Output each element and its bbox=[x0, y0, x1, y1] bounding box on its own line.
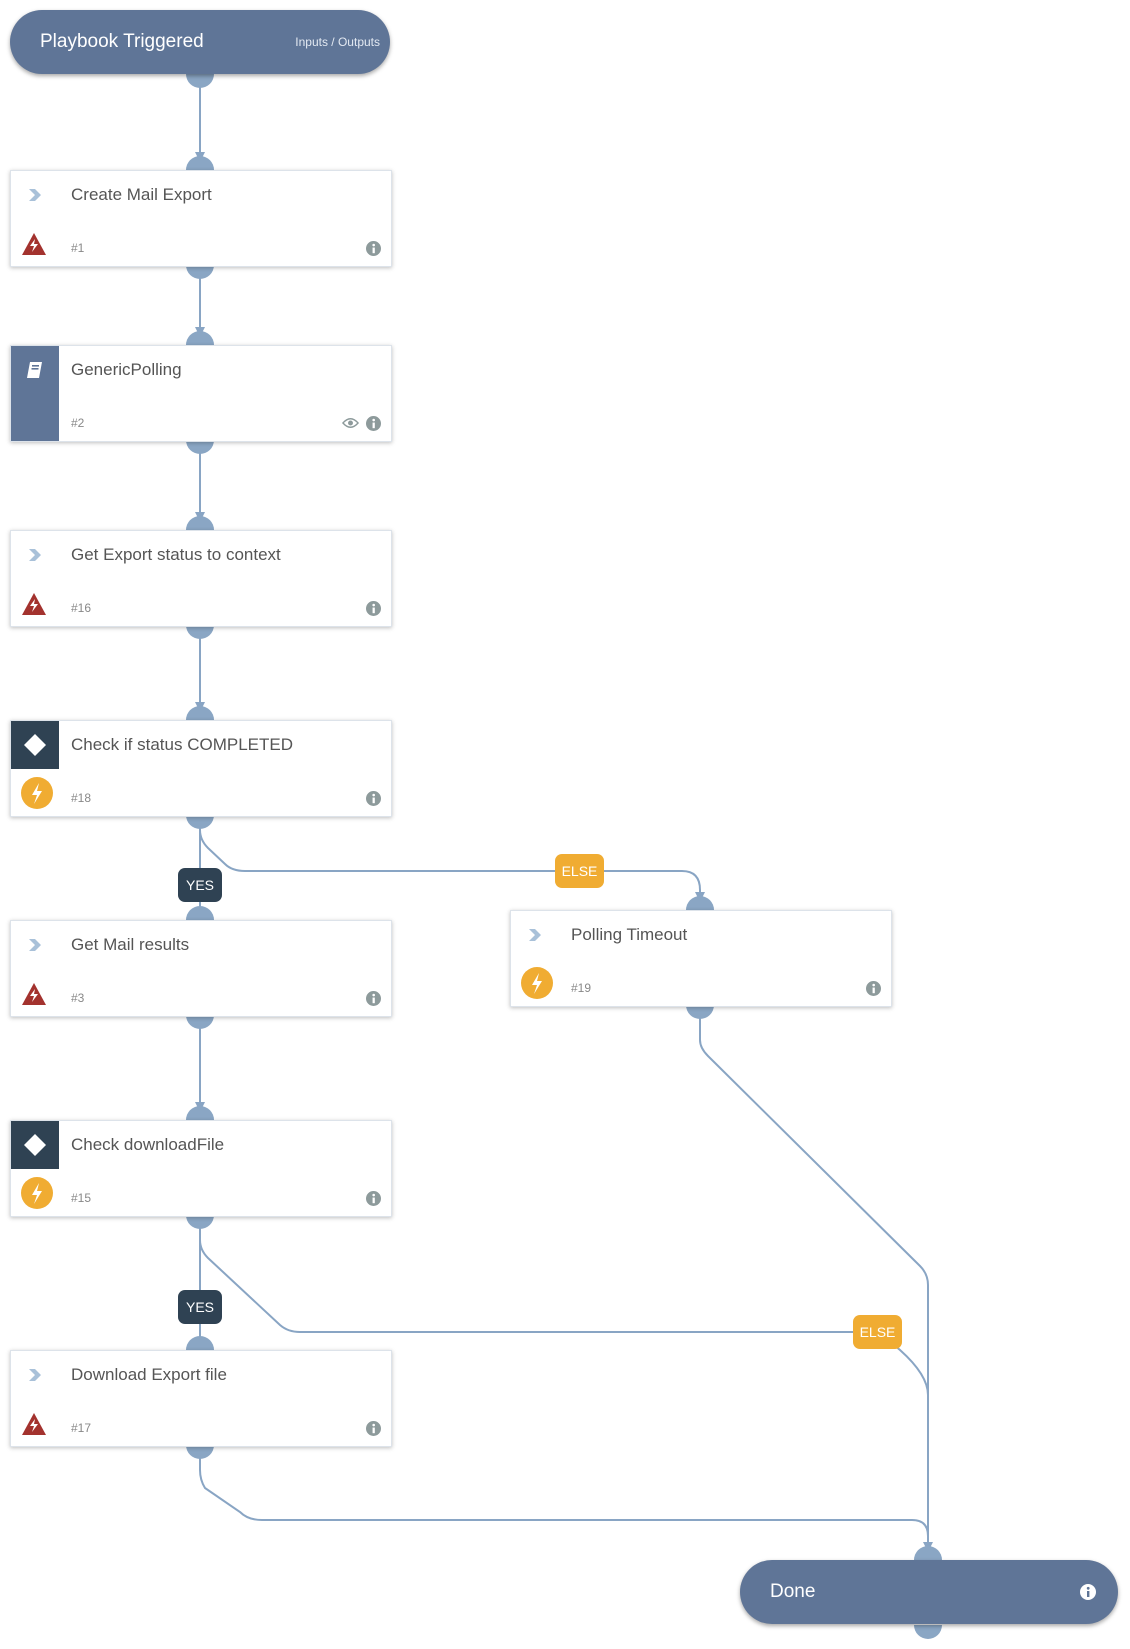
task-number: #2 bbox=[71, 416, 85, 430]
info-icon[interactable] bbox=[366, 241, 381, 261]
task-number: #1 bbox=[71, 241, 85, 255]
node-title: Playbook Triggered bbox=[40, 31, 204, 52]
edge-download-export-to-done bbox=[199, 1445, 929, 1537]
error-warning-icon bbox=[21, 591, 47, 617]
task-name: Download Export file bbox=[71, 1365, 227, 1384]
subplaybook-book-icon bbox=[11, 346, 59, 441]
port-out bbox=[186, 265, 214, 279]
port-in bbox=[186, 1336, 214, 1350]
task-check-download-file[interactable]: Check downloadFile #15 bbox=[10, 1120, 392, 1217]
task-name: GenericPolling bbox=[71, 360, 182, 379]
port-out bbox=[186, 1215, 214, 1229]
error-warning-icon bbox=[21, 1411, 47, 1437]
manual-lightning-icon bbox=[21, 777, 53, 809]
task-number: #19 bbox=[571, 981, 592, 995]
task-download-export-file[interactable]: Download Export file #17 bbox=[10, 1350, 392, 1447]
port-in bbox=[186, 706, 214, 720]
error-warning-icon bbox=[21, 981, 47, 1007]
task-number: #16 bbox=[71, 601, 92, 615]
port-in bbox=[186, 156, 214, 170]
port-out bbox=[686, 1005, 714, 1019]
yes-branch-label[interactable]: YES bbox=[178, 1290, 222, 1324]
port-in bbox=[186, 331, 214, 345]
else-branch-label[interactable]: ELSE bbox=[853, 1315, 902, 1349]
info-icon[interactable] bbox=[1080, 1584, 1096, 1605]
task-get-mail-results[interactable]: Get Mail results #3 bbox=[10, 920, 392, 1017]
port-out bbox=[914, 1625, 942, 1639]
playbook-triggered-node[interactable]: Playbook Triggered Inputs / Outputs bbox=[10, 10, 390, 74]
info-icon[interactable] bbox=[366, 791, 381, 811]
info-icon[interactable] bbox=[366, 1191, 381, 1211]
info-icon[interactable] bbox=[366, 416, 381, 436]
task-number: #15 bbox=[71, 1191, 92, 1205]
port-in bbox=[186, 906, 214, 920]
task-name: Check downloadFile bbox=[71, 1135, 225, 1154]
port-out bbox=[186, 440, 214, 454]
port-in bbox=[186, 1106, 214, 1120]
info-icon[interactable] bbox=[366, 1421, 381, 1441]
port-out bbox=[186, 1015, 214, 1029]
manual-lightning-icon bbox=[21, 1177, 53, 1209]
port-in bbox=[686, 896, 714, 910]
task-name: Get Mail results bbox=[71, 935, 190, 954]
task-name: Get Export status to context bbox=[71, 545, 281, 564]
command-chevron-icon bbox=[11, 921, 59, 969]
port-in bbox=[186, 516, 214, 530]
command-chevron-icon bbox=[511, 911, 559, 959]
info-icon[interactable] bbox=[366, 601, 381, 621]
task-number: #3 bbox=[71, 991, 85, 1005]
task-generic-polling[interactable]: GenericPolling #2 bbox=[10, 345, 392, 442]
edge-polling-timeout-to-done bbox=[699, 1005, 929, 1550]
condition-diamond-icon bbox=[11, 1121, 59, 1169]
command-chevron-icon bbox=[11, 171, 59, 219]
done-node[interactable]: Done bbox=[740, 1560, 1118, 1624]
task-number: #17 bbox=[71, 1421, 92, 1435]
port-trigger-out bbox=[186, 74, 214, 88]
manual-lightning-icon bbox=[521, 967, 553, 999]
command-chevron-icon bbox=[11, 531, 59, 579]
eye-icon[interactable] bbox=[341, 416, 360, 434]
task-name: Create Mail Export bbox=[71, 185, 212, 204]
task-polling-timeout[interactable]: Polling Timeout #19 bbox=[510, 910, 892, 1007]
port-out bbox=[186, 625, 214, 639]
port-out bbox=[186, 815, 214, 829]
task-name: Check if status COMPLETED bbox=[71, 735, 294, 754]
else-branch-label[interactable]: ELSE bbox=[555, 854, 604, 888]
task-create-mail-export[interactable]: Create Mail Export #1 bbox=[10, 170, 392, 267]
info-icon[interactable] bbox=[366, 991, 381, 1011]
task-get-export-status[interactable]: Get Export status to context #16 bbox=[10, 530, 392, 627]
port-in bbox=[914, 1546, 942, 1560]
port-out bbox=[186, 1445, 214, 1459]
condition-diamond-icon bbox=[11, 721, 59, 769]
task-number: #18 bbox=[71, 791, 92, 805]
edge-check-status-else-to-polling-timeout bbox=[199, 815, 701, 900]
yes-branch-label[interactable]: YES bbox=[178, 868, 222, 902]
command-chevron-icon bbox=[11, 1351, 59, 1399]
inputs-outputs-link[interactable]: Inputs / Outputs bbox=[295, 10, 380, 74]
task-check-status-completed[interactable]: Check if status COMPLETED #18 bbox=[10, 720, 392, 817]
node-title: Done bbox=[770, 1581, 816, 1602]
info-icon[interactable] bbox=[866, 981, 881, 1001]
error-warning-icon bbox=[21, 231, 47, 257]
task-name: Polling Timeout bbox=[571, 925, 688, 944]
